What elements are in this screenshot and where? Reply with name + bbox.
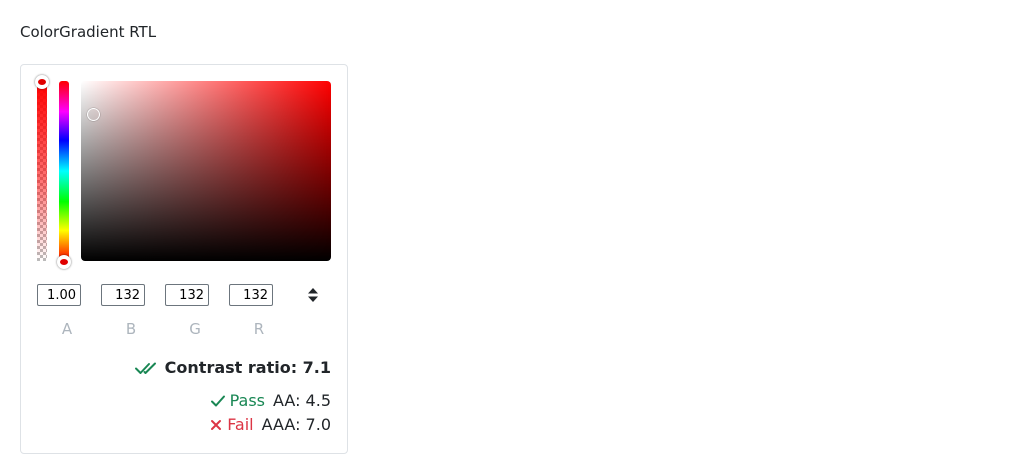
hue-slider-thumb[interactable]: [57, 255, 71, 269]
aa-status-label: Pass: [229, 391, 266, 410]
alpha-label: A: [61, 320, 73, 338]
sort-arrows-icon: [308, 288, 318, 302]
aaa-check: Fail AAA: 7.0: [210, 415, 331, 434]
format-toggle-button[interactable]: [303, 284, 323, 306]
hue-slider[interactable]: [59, 81, 69, 261]
red-label: R: [253, 320, 265, 338]
color-picker-card: A B G R Contrast ratio: 7.1 Pass AA: 4.5…: [20, 64, 348, 454]
aaa-level: AAA: 7.0: [261, 415, 331, 434]
saturation-value-area[interactable]: [81, 81, 331, 261]
green-label: G: [189, 320, 201, 338]
double-check-icon: [134, 362, 156, 374]
blue-input[interactable]: [101, 284, 145, 306]
aaa-status-label: Fail: [227, 415, 254, 434]
saturation-value-handle[interactable]: [87, 108, 100, 121]
aa-level: AA: 4.5: [273, 391, 331, 410]
contrast-ratio-text: Contrast ratio: 7.1: [164, 358, 331, 377]
page-title: ColorGradient RTL: [20, 23, 157, 41]
blue-label: B: [125, 320, 137, 338]
aa-status: Pass: [210, 391, 266, 410]
green-input[interactable]: [165, 284, 209, 306]
alpha-slider-thumb[interactable]: [35, 75, 49, 89]
aa-check: Pass AA: 4.5: [210, 391, 331, 410]
channel-inputs: [37, 284, 331, 308]
alpha-slider[interactable]: [37, 81, 47, 261]
channel-labels: A B G R: [37, 320, 331, 340]
alpha-gradient: [37, 81, 47, 261]
contrast-ratio: Contrast ratio: 7.1: [134, 358, 331, 377]
aaa-status: Fail: [210, 415, 254, 434]
alpha-input[interactable]: [37, 284, 81, 306]
check-icon: [210, 395, 225, 406]
cross-icon: [211, 419, 222, 430]
red-input[interactable]: [229, 284, 273, 306]
